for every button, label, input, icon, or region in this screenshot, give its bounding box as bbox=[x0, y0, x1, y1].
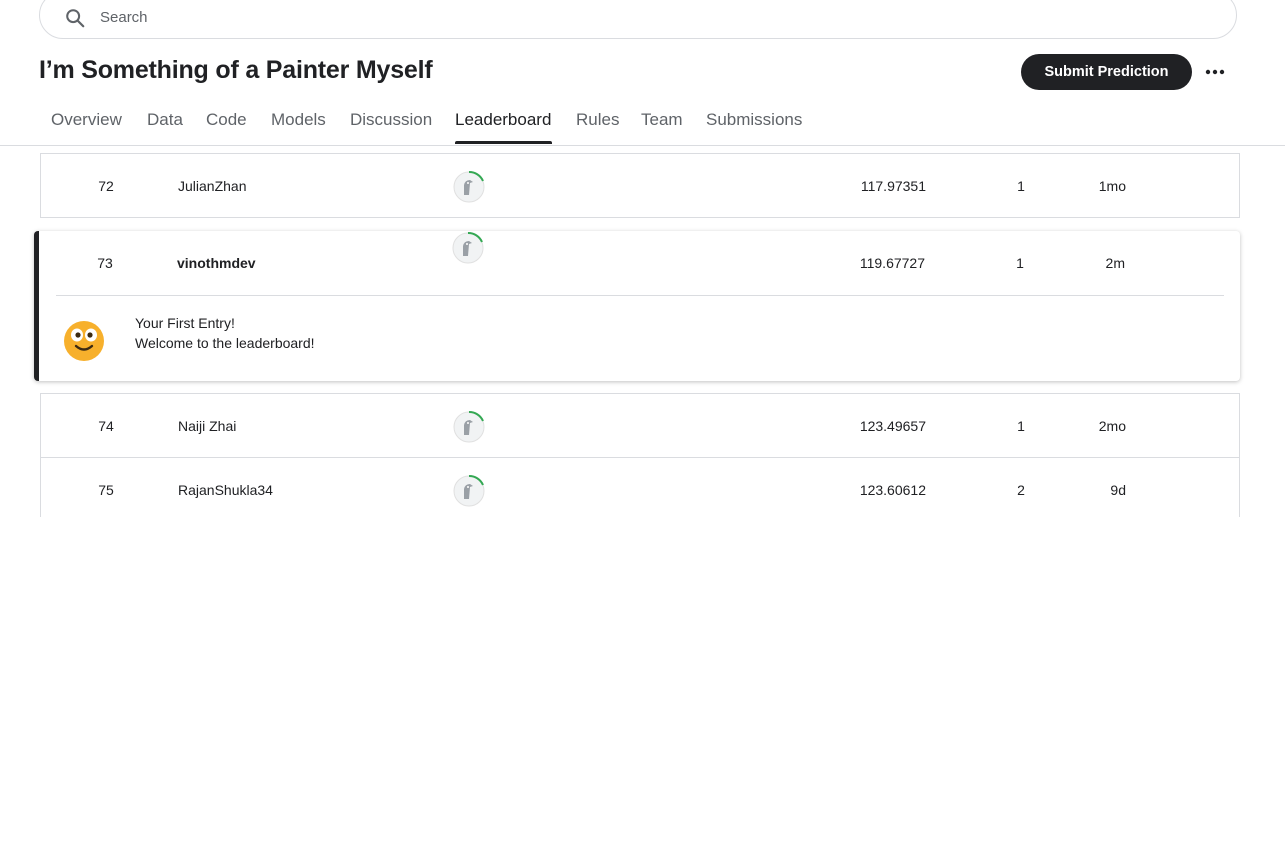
more-horizontal-icon bbox=[1205, 69, 1225, 75]
team-name[interactable]: vinothmdev bbox=[177, 231, 256, 296]
team-name[interactable]: RajanShukla34 bbox=[178, 458, 273, 517]
search-bar[interactable] bbox=[39, 0, 1237, 39]
tab-discussion[interactable]: Discussion bbox=[350, 110, 432, 130]
entries-cell: 1 bbox=[1016, 255, 1024, 271]
avatar[interactable] bbox=[452, 474, 486, 508]
more-options-button[interactable] bbox=[1200, 58, 1230, 86]
current-user-row[interactable]: 73 vinothmdev 119.67727 1 2m Your First … bbox=[34, 231, 1240, 381]
rank-cell: 75 bbox=[98, 482, 114, 498]
achievement-message: Welcome to the leaderboard! bbox=[135, 335, 315, 351]
tab-overview[interactable]: Overview bbox=[51, 110, 122, 130]
achievement-title: Your First Entry! bbox=[135, 315, 235, 331]
submit-prediction-button[interactable]: Submit Prediction bbox=[1021, 54, 1192, 90]
user-avatar-icon bbox=[453, 410, 485, 443]
last-submission-cell: 2m bbox=[1105, 255, 1125, 271]
avatar[interactable] bbox=[452, 410, 486, 444]
user-avatar-icon bbox=[453, 474, 485, 507]
team-name[interactable]: JulianZhan bbox=[178, 154, 247, 219]
rank-cell: 72 bbox=[98, 178, 114, 194]
last-submission-cell: 2mo bbox=[1098, 418, 1126, 434]
table-row[interactable]: 72 JulianZhan 117.97351 1 1mo bbox=[40, 153, 1240, 218]
table-row[interactable]: 75 RajanShukla34 123.60612 2 9d bbox=[40, 458, 1240, 517]
team-name[interactable]: Naiji Zhai bbox=[178, 394, 236, 459]
tab-data[interactable]: Data bbox=[147, 110, 183, 130]
tab-leaderboard[interactable]: Leaderboard bbox=[455, 110, 551, 130]
tab-bar: Overview Data Code Models Discussion Lea… bbox=[0, 100, 1285, 146]
user-avatar-icon bbox=[453, 170, 485, 203]
score-cell: 123.49657 bbox=[859, 418, 926, 434]
table-row[interactable]: 74 Naiji Zhai 123.49657 1 2mo bbox=[40, 393, 1240, 458]
tab-models[interactable]: Models bbox=[271, 110, 326, 130]
search-icon bbox=[66, 9, 85, 28]
rank-cell: 74 bbox=[98, 418, 114, 434]
user-avatar-icon bbox=[452, 231, 484, 264]
active-tab-indicator bbox=[455, 141, 552, 144]
entries-cell: 2 bbox=[1017, 482, 1025, 498]
tab-rules[interactable]: Rules bbox=[576, 110, 619, 130]
score-cell: 119.67727 bbox=[859, 255, 925, 271]
rank-cell: 73 bbox=[97, 255, 113, 271]
entries-cell: 1 bbox=[1017, 418, 1025, 434]
score-cell: 117.97351 bbox=[860, 178, 926, 194]
search-input[interactable] bbox=[100, 6, 700, 28]
tab-code[interactable]: Code bbox=[206, 110, 247, 130]
score-cell: 123.60612 bbox=[859, 482, 926, 498]
last-submission-cell: 9d bbox=[1110, 482, 1126, 498]
last-submission-cell: 1mo bbox=[1098, 178, 1126, 194]
smiley-emoji-icon bbox=[64, 321, 104, 361]
tab-submissions[interactable]: Submissions bbox=[706, 110, 802, 130]
divider bbox=[56, 295, 1224, 296]
page-title: I’m Something of a Painter Myself bbox=[39, 56, 433, 84]
entries-cell: 1 bbox=[1017, 178, 1025, 194]
avatar[interactable] bbox=[451, 231, 485, 265]
avatar[interactable] bbox=[452, 170, 486, 204]
tab-team[interactable]: Team bbox=[641, 110, 683, 130]
